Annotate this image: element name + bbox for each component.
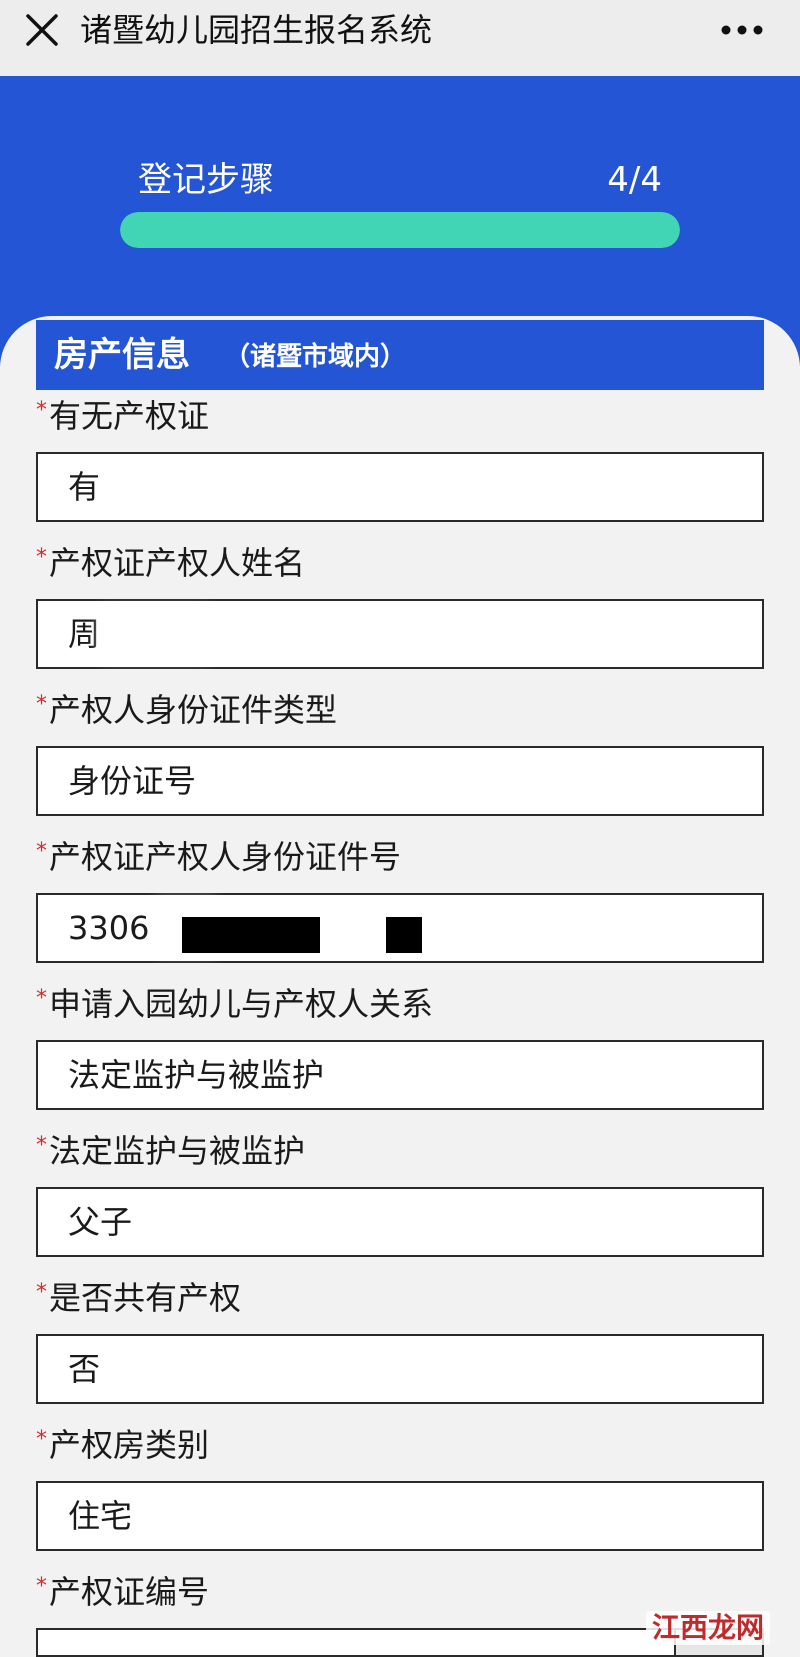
required-marker: * [36, 1133, 47, 1158]
redaction-bar [386, 917, 422, 953]
field-label: * 申请入园幼儿与产权人关系 [36, 982, 764, 1026]
field-value: 有 [68, 468, 101, 506]
watermark-logo: 江西龙网 [645, 1611, 770, 1645]
field-label-text: 产权证产权人姓名 [49, 544, 306, 582]
redaction-bar [182, 917, 320, 953]
form-card: 房产信息 （诸暨市域内） * 有无产权证 有 * 产权证产权人姓名 周 * 产权… [0, 316, 800, 1657]
property-type-select[interactable]: 住宅 [36, 1481, 764, 1551]
field-owner-name: * 产权证产权人姓名 周 [36, 541, 764, 669]
progress-bar [120, 212, 680, 248]
owner-id-number-input[interactable]: 3306 [36, 893, 764, 963]
field-relationship: * 申请入园幼儿与产权人关系 法定监护与被监护 [36, 982, 764, 1110]
step-count: 4/4 [607, 160, 662, 200]
field-label: * 法定监护与被监护 [36, 1129, 764, 1173]
required-marker: * [36, 986, 47, 1011]
field-label: * 产权证产权人姓名 [36, 541, 764, 585]
field-value: 否 [68, 1350, 101, 1388]
guardianship-select[interactable]: 父子 [36, 1187, 764, 1257]
step-label: 登记步骤 [138, 160, 274, 200]
field-value: 周 [68, 615, 101, 653]
field-value: 3306 [68, 909, 150, 947]
required-marker: * [36, 1280, 47, 1305]
close-icon[interactable] [22, 10, 62, 50]
section-header: 房产信息 （诸暨市域内） [36, 320, 764, 390]
relationship-select[interactable]: 法定监护与被监护 [36, 1040, 764, 1110]
field-label: * 是否共有产权 [36, 1276, 764, 1320]
field-value: 身份证号 [68, 762, 197, 800]
field-label-text: 产权房类别 [49, 1426, 210, 1464]
title-bar: 诸暨幼儿园招生报名系统 [0, 0, 800, 76]
id-type-select[interactable]: 身份证号 [36, 746, 764, 816]
field-label-text: 产权证产权人身份证件号 [49, 838, 402, 876]
blurred-text [100, 609, 210, 659]
has-certificate-input[interactable]: 有 [36, 452, 764, 522]
field-owner-id-number: * 产权证产权人身份证件号 3306 [36, 835, 764, 963]
field-label: * 产权证编号 [36, 1570, 764, 1614]
field-guardianship: * 法定监护与被监护 父子 [36, 1129, 764, 1257]
required-marker: * [36, 839, 47, 864]
app-title: 诸暨幼儿园招生报名系统 [80, 11, 433, 49]
field-value: 住宅 [68, 1497, 133, 1535]
field-value: 法定监护与被监护 [68, 1056, 325, 1094]
required-marker: * [36, 692, 47, 717]
section-title: 房产信息 [54, 335, 190, 375]
field-shared-ownership: * 是否共有产权 否 [36, 1276, 764, 1404]
field-property-type: * 产权房类别 住宅 [36, 1423, 764, 1551]
field-value: 父子 [68, 1203, 133, 1241]
field-label-text: 申请入园幼儿与产权人关系 [49, 985, 434, 1023]
field-label-text: 产权人身份证件类型 [49, 691, 338, 729]
field-label-text: 法定监护与被监护 [49, 1132, 306, 1170]
field-label-text: 产权证编号 [49, 1573, 210, 1611]
required-marker: * [36, 1427, 47, 1452]
required-marker: * [36, 545, 47, 570]
shared-ownership-select[interactable]: 否 [36, 1334, 764, 1404]
owner-name-input[interactable]: 周 [36, 599, 764, 669]
field-has-certificate: * 有无产权证 有 [36, 394, 764, 522]
field-certificate-number: * 产权证编号 [36, 1570, 764, 1657]
required-marker: * [36, 1574, 47, 1599]
progress-bar-fill [120, 212, 680, 248]
field-label: * 产权证产权人身份证件号 [36, 835, 764, 879]
field-label-text: 是否共有产权 [49, 1279, 242, 1317]
required-marker: * [36, 398, 47, 423]
section-subtitle: （诸暨市域内） [224, 342, 407, 372]
field-id-type: * 产权人身份证件类型 身份证号 [36, 688, 764, 816]
field-label-text: 有无产权证 [49, 397, 210, 435]
field-label: * 有无产权证 [36, 394, 764, 438]
field-label: * 产权人身份证件类型 [36, 688, 764, 732]
more-icon[interactable] [720, 16, 764, 44]
field-label: * 产权房类别 [36, 1423, 764, 1467]
